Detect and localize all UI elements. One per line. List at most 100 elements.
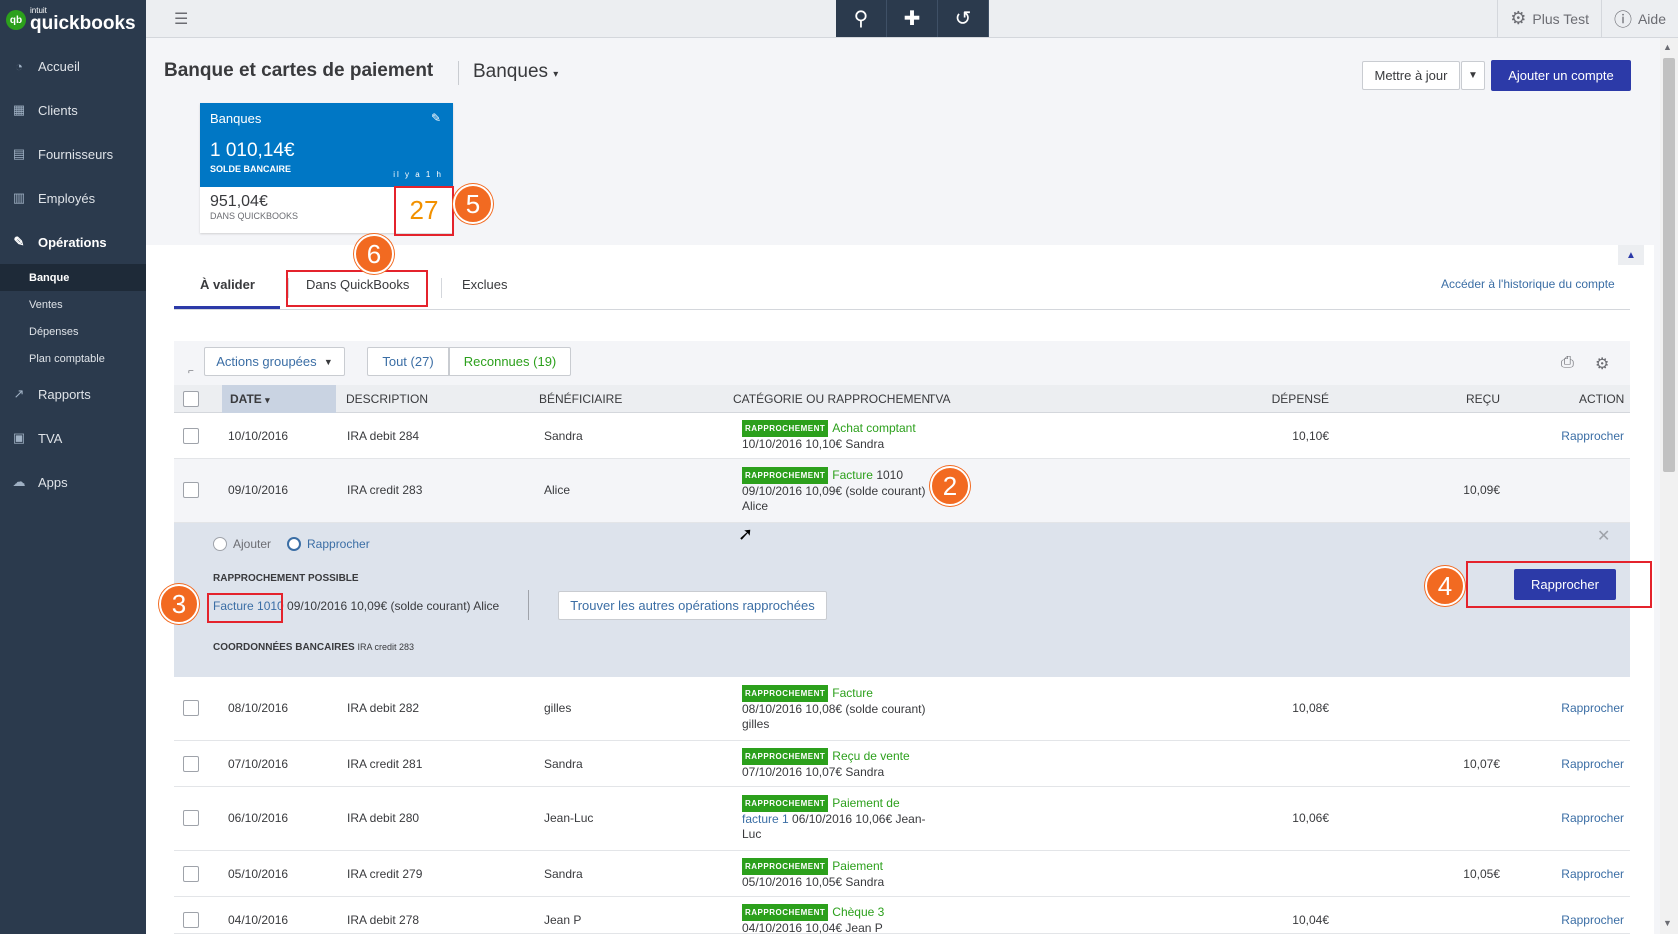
annotation-box-invoice xyxy=(207,593,283,623)
plus-icon[interactable]: ✚ xyxy=(887,0,938,37)
column-received[interactable]: REÇU xyxy=(1414,385,1500,413)
find-other-matches-button[interactable]: Trouver les autres opérations rapprochée… xyxy=(558,591,827,620)
table-row[interactable]: 05/10/2016 IRA credit 279 Sandra RAPPROC… xyxy=(174,851,1630,897)
add-radio[interactable] xyxy=(213,537,227,551)
add-radio-label: Ajouter xyxy=(233,537,272,551)
row-match[interactable]: RAPPROCHEMENT Chèque 3 04/10/2016 10,04€ J… xyxy=(742,904,927,934)
column-description[interactable]: DESCRIPTION xyxy=(346,385,428,413)
gear-icon[interactable]: ⚙ xyxy=(1595,354,1609,374)
table-row[interactable]: 06/10/2016 IRA debit 280 Jean-Luc RAPPRO… xyxy=(174,787,1630,851)
row-description: IRA debit 280 xyxy=(347,811,420,825)
table-row[interactable]: 08/10/2016 IRA debit 282 gilles RAPPROCH… xyxy=(174,677,1630,741)
row-checkbox[interactable] xyxy=(183,756,199,772)
apps-icon: ☁ xyxy=(12,474,26,489)
bank-details: COORDONNÉES BANCAIRES IRA credit 283 xyxy=(213,642,414,653)
row-action-link[interactable]: Rapprocher xyxy=(1544,811,1624,825)
gear-icon: ⚙ xyxy=(1510,8,1527,28)
row-checkbox[interactable] xyxy=(183,810,199,826)
row-description: IRA credit 279 xyxy=(347,867,423,881)
row-action-link[interactable]: Rapprocher xyxy=(1544,429,1624,443)
employees-icon: ▥ xyxy=(12,190,26,205)
column-spent[interactable]: DÉPENSÉ xyxy=(1228,385,1329,413)
select-all-checkbox[interactable] xyxy=(183,391,199,407)
account-history-link[interactable]: Accéder à l'historique du compte xyxy=(1441,277,1615,291)
table-row[interactable]: 09/10/2016 IRA credit 283 Alice RAPPROCH… xyxy=(174,459,1630,523)
row-received: 10,05€ xyxy=(1463,867,1500,881)
sidebar-subitem-ventes[interactable]: Ventes xyxy=(0,291,146,318)
column-action[interactable]: ACTION xyxy=(1579,385,1624,413)
sidebar-subitem-banque[interactable]: Banque xyxy=(0,264,146,291)
table-row[interactable]: 07/10/2016 IRA credit 281 Sandra RAPPROC… xyxy=(174,741,1630,787)
row-date: 06/10/2016 xyxy=(228,811,289,825)
account-dropdown[interactable]: Banques ▾ xyxy=(473,61,558,83)
column-payee[interactable]: BÉNÉFICIAIRE xyxy=(539,385,622,413)
settings-button[interactable]: ⚙ Plus Test xyxy=(1497,0,1601,37)
close-icon[interactable]: ✕ xyxy=(1597,526,1610,546)
tab-to-review[interactable]: À valider xyxy=(200,277,255,292)
column-category[interactable]: CATÉGORIE OU RAPPROCHEMEN xyxy=(733,385,930,413)
filter-recognized[interactable]: Reconnues (19) xyxy=(449,347,571,376)
help-button[interactable]: ⓘ Aide xyxy=(1600,0,1678,37)
row-match[interactable]: RAPPROCHEMENT Reçu de vente 07/10/2016 10,… xyxy=(742,748,927,780)
row-action-link[interactable]: Rapprocher xyxy=(1544,913,1624,927)
pencil-icon[interactable]: ✎ xyxy=(431,111,441,125)
row-action-link[interactable]: Rapprocher xyxy=(1544,701,1624,715)
table-header: DATE ▾ DESCRIPTION BÉNÉFICIAIRE CATÉGORI… xyxy=(174,385,1630,413)
bank-details-value: IRA credit 283 xyxy=(357,642,414,652)
row-date: 05/10/2016 xyxy=(228,867,289,881)
update-dropdown-button[interactable]: ▼ xyxy=(1461,61,1485,90)
filter-all[interactable]: Tout (27) xyxy=(367,347,449,376)
row-checkbox[interactable] xyxy=(183,866,199,882)
scrollbar-thumb[interactable] xyxy=(1663,58,1675,472)
menu-icon[interactable]: ☰ xyxy=(174,9,192,29)
row-match[interactable]: RAPPROCHEMENT Paiement de facture 1 06/10/… xyxy=(742,795,927,842)
row-match[interactable]: RAPPROCHEMENT Achat comptant 10/10/2016 10… xyxy=(742,420,927,452)
caret-down-icon: ▼ xyxy=(323,356,333,367)
tab-excluded[interactable]: Exclues xyxy=(462,277,508,292)
row-match[interactable]: RAPPROCHEMENT Facture 1010 09/10/2016 10,0… xyxy=(742,467,927,514)
table-row[interactable]: 10/10/2016 IRA debit 284 Sandra RAPPROCH… xyxy=(174,413,1630,459)
search-icon[interactable]: ⚲ xyxy=(836,0,887,37)
row-payee: Sandra xyxy=(544,867,583,881)
sidebar-item-fournisseurs[interactable]: ▤ Fournisseurs xyxy=(0,132,146,176)
row-checkbox[interactable] xyxy=(183,428,199,444)
sidebar-item-employes[interactable]: ▥ Employés xyxy=(0,176,146,220)
row-match[interactable]: RAPPROCHEMENT Paiement 05/10/2016 10,05€ S… xyxy=(742,858,927,890)
sidebar-item-operations[interactable]: ✎ Opérations xyxy=(0,220,146,264)
sidebar-item-label: Apps xyxy=(38,474,68,490)
print-icon[interactable]: ⎙ xyxy=(1561,354,1574,372)
sidebar-item-accueil[interactable]: ◔ Accueil xyxy=(0,44,146,88)
sidebar-item-tva[interactable]: ▣ TVA xyxy=(0,416,146,460)
expand-all-icon[interactable]: ⌐ xyxy=(188,366,194,377)
sidebar-item-apps[interactable]: ☁ Apps xyxy=(0,460,146,504)
column-tva[interactable]: TVA xyxy=(928,385,950,413)
match-radio[interactable] xyxy=(287,537,301,551)
row-checkbox[interactable] xyxy=(183,482,199,498)
divider xyxy=(458,61,459,85)
recent-history-icon[interactable]: ↺ xyxy=(938,0,989,37)
column-date[interactable]: DATE ▾ xyxy=(222,385,336,413)
scroll-down-icon[interactable]: ▼ xyxy=(1663,918,1672,928)
row-match[interactable]: RAPPROCHEMENT Facture 08/10/2016 10,08€ (s… xyxy=(742,685,927,732)
scroll-up-icon[interactable]: ▲ xyxy=(1663,42,1672,52)
row-payee: Sandra xyxy=(544,757,583,771)
update-button[interactable]: Mettre à jour xyxy=(1362,61,1460,90)
table-row[interactable]: 04/10/2016 IRA debit 278 Jean P RAPPROCH… xyxy=(174,897,1630,934)
collapse-icon[interactable]: ▲ xyxy=(1618,245,1644,265)
sidebar-item-rapports[interactable]: ↗ Rapports xyxy=(0,372,146,416)
add-account-button[interactable]: Ajouter un compte xyxy=(1491,60,1631,91)
row-action-link[interactable]: Rapprocher xyxy=(1544,757,1624,771)
bank-balance: 1 010,14€ xyxy=(210,140,295,161)
row-checkbox[interactable] xyxy=(183,700,199,716)
row-checkbox[interactable] xyxy=(183,912,199,928)
sidebar-subitem-plan-comptable[interactable]: Plan comptable xyxy=(0,345,146,372)
batch-actions-dropdown[interactable]: Actions groupées ▼ xyxy=(204,347,345,376)
tab-divider xyxy=(174,309,1630,310)
logo[interactable]: qb intuit quickbooks xyxy=(0,0,146,40)
match-invoice-link[interactable]: facture 1 xyxy=(742,812,789,826)
possible-match-detail: 09/10/2016 10,09€ (solde courant) Alice xyxy=(283,599,500,613)
sidebar-subitem-depenses[interactable]: Dépenses xyxy=(0,318,146,345)
match-detail: 06/10/2016 10,06€ Jean- xyxy=(788,812,926,826)
row-action-link[interactable]: Rapprocher xyxy=(1544,867,1624,881)
sidebar-item-clients[interactable]: ▦ Clients xyxy=(0,88,146,132)
